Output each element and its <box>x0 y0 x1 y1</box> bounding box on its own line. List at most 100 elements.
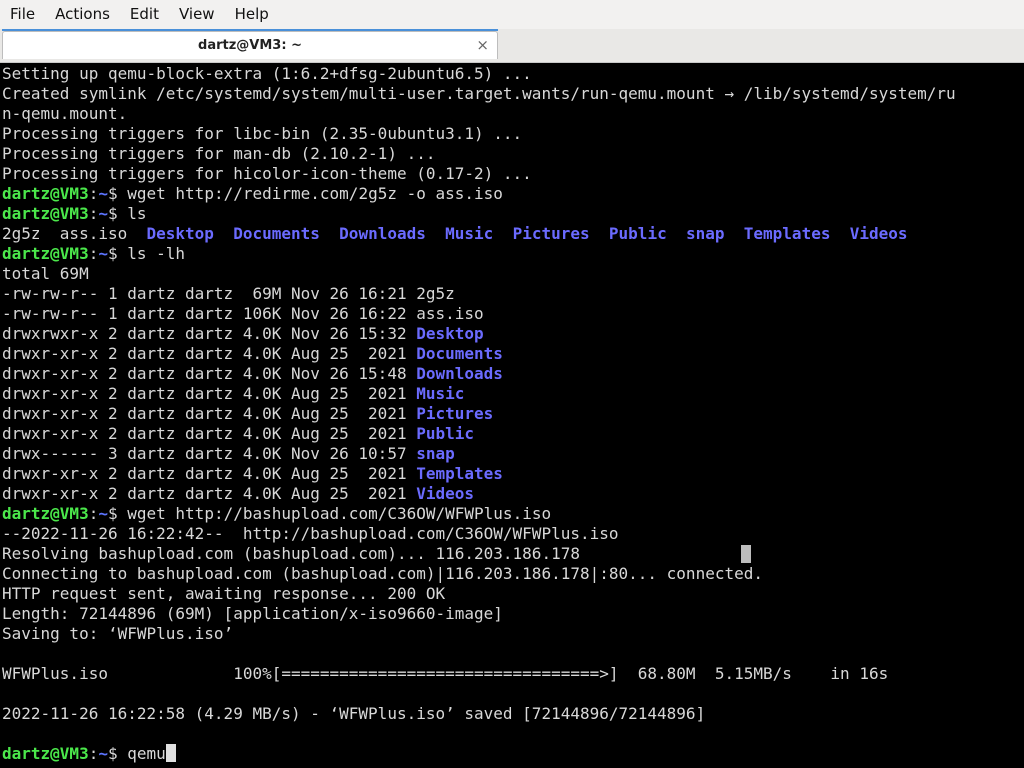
prompt-path: ~ <box>98 184 108 203</box>
directory-name: Downloads <box>416 364 503 383</box>
prompt-user: dartz@VM3 <box>2 244 89 263</box>
directory-name: Pictures <box>512 224 590 243</box>
directory-name: snap <box>416 444 455 463</box>
terminal-line: 2g5z ass.iso Desktop Documents Downloads… <box>2 224 994 244</box>
prompt-separator: : <box>88 204 99 223</box>
terminal-tab[interactable]: dartz@VM3: ~ × <box>2 31 498 59</box>
directory-name: Videos <box>849 224 908 243</box>
output-text: WFWPlus.iso 100%[=======================… <box>2 664 889 683</box>
directory-name: Music <box>445 224 494 243</box>
terminal-line: Processing triggers for hicolor-icon-the… <box>2 164 994 184</box>
terminal-lines: Setting up qemu-block-extra (1:6.2+dfsg-… <box>2 64 994 764</box>
directory-name: Documents <box>416 344 503 363</box>
output-text: Saving to: ‘WFWPlus.iso’ <box>2 624 234 643</box>
terminal-line: Length: 72144896 (69M) [application/x-is… <box>2 604 994 624</box>
terminal-line: -rw-rw-r-- 1 dartz dartz 106K Nov 26 16:… <box>2 304 994 324</box>
terminal-line: drwxr-xr-x 2 dartz dartz 4.0K Aug 25 202… <box>2 384 994 404</box>
text-cursor <box>165 744 176 762</box>
file-name: 2g5z <box>416 284 455 303</box>
terminal-line: Saving to: ‘WFWPlus.iso’ <box>2 624 994 644</box>
output-text: Setting up qemu-block-extra (1:6.2+dfsg-… <box>2 64 532 83</box>
prompt-path: ~ <box>98 204 108 223</box>
output-text: drwxr-xr-x 2 dartz dartz 4.0K Aug 25 202… <box>2 484 417 503</box>
terminal-line: total 69M <box>2 264 994 284</box>
menu-help[interactable]: Help <box>225 0 279 29</box>
tab-title: dartz@VM3: ~ <box>198 38 302 53</box>
terminal-line: Processing triggers for libc-bin (2.35-0… <box>2 124 994 144</box>
menu-file[interactable]: File <box>0 0 45 29</box>
output-text: Processing triggers for man-db (2.10.2-1… <box>2 144 436 163</box>
output-text: n-qemu.mount. <box>2 104 128 123</box>
file-name: ass.iso <box>416 304 484 323</box>
terminal-line: Created symlink /etc/systemd/system/mult… <box>2 84 994 104</box>
output-text: total 69M <box>2 264 89 283</box>
output-text: drwxr-xr-x 2 dartz dartz 4.0K Aug 25 202… <box>2 384 417 403</box>
output-text: Processing triggers for libc-bin (2.35-0… <box>2 124 523 143</box>
terminal-line: HTTP request sent, awaiting response... … <box>2 584 994 604</box>
output-text: drwxr-xr-x 2 dartz dartz 4.0K Nov 26 15:… <box>2 364 417 383</box>
output-text: Processing triggers for hicolor-icon-the… <box>2 164 532 183</box>
output-text: Length: 72144896 (69M) [application/x-is… <box>2 604 503 623</box>
terminal-line: WFWPlus.iso 100%[=======================… <box>2 664 994 684</box>
directory-name: Pictures <box>416 404 494 423</box>
output-text: 2022-11-26 16:22:58 (4.29 MB/s) - ‘WFWPl… <box>2 704 706 723</box>
terminal-line: drwxrwxr-x 2 dartz dartz 4.0K Nov 26 15:… <box>2 324 994 344</box>
command-text: ls <box>127 204 147 223</box>
terminal-line: drwxr-xr-x 2 dartz dartz 4.0K Aug 25 202… <box>2 484 994 504</box>
prompt-symbol: $ <box>107 244 128 263</box>
terminal-line: drwxr-xr-x 2 dartz dartz 4.0K Aug 25 202… <box>2 424 994 444</box>
directory-name: Music <box>416 384 465 403</box>
terminal-line: dartz@VM3:~$ ls <box>2 204 994 224</box>
command-text: wget http://bashupload.com/C36OW/WFWPlus… <box>127 504 552 523</box>
file-name: ass.iso <box>59 224 128 243</box>
terminal-line: 2022-11-26 16:22:58 (4.29 MB/s) - ‘WFWPl… <box>2 704 994 724</box>
output-text: drwx------ 3 dartz dartz 4.0K Nov 26 10:… <box>2 444 417 463</box>
prompt-separator: : <box>88 504 99 523</box>
command-text: ls -lh <box>127 244 186 263</box>
menu-actions[interactable]: Actions <box>45 0 120 29</box>
mouse-text-cursor <box>741 545 751 563</box>
close-icon[interactable]: × <box>476 36 489 54</box>
menu-view[interactable]: View <box>169 0 225 29</box>
terminal-line: drwxr-xr-x 2 dartz dartz 4.0K Aug 25 202… <box>2 404 994 424</box>
output-text: drwxr-xr-x 2 dartz dartz 4.0K Aug 25 202… <box>2 344 417 363</box>
prompt-user: dartz@VM3 <box>2 204 89 223</box>
terminal-line: Resolving bashupload.com (bashupload.com… <box>2 544 994 564</box>
directory-name: Templates <box>416 464 503 483</box>
prompt-separator: : <box>88 744 99 763</box>
terminal-scrollbar[interactable] <box>1016 63 1024 768</box>
prompt-separator: : <box>88 184 99 203</box>
prompt-path: ~ <box>98 244 108 263</box>
menu-edit[interactable]: Edit <box>120 0 169 29</box>
output-text: --2022-11-26 16:22:42-- http://bashuploa… <box>2 524 619 543</box>
terminal-line: dartz@VM3:~$ ls -lh <box>2 244 994 264</box>
terminal-line: drwxr-xr-x 2 dartz dartz 4.0K Nov 26 15:… <box>2 364 994 384</box>
prompt-path: ~ <box>98 744 108 763</box>
output-text: drwxr-xr-x 2 dartz dartz 4.0K Aug 25 202… <box>2 404 417 423</box>
file-name: 2g5z <box>2 224 41 243</box>
menu-bar: File Actions Edit View Help <box>0 0 1024 29</box>
directory-name: Public <box>416 424 475 443</box>
terminal-output[interactable]: Setting up qemu-block-extra (1:6.2+dfsg-… <box>0 63 1024 768</box>
prompt-user: dartz@VM3 <box>2 184 89 203</box>
prompt-separator: : <box>88 244 99 263</box>
command-text: qemu <box>127 744 166 763</box>
output-text: Resolving bashupload.com (bashupload.com… <box>2 544 580 563</box>
output-text: drwxr-xr-x 2 dartz dartz 4.0K Aug 25 202… <box>2 464 417 483</box>
terminal-line: drwxr-xr-x 2 dartz dartz 4.0K Aug 25 202… <box>2 464 994 484</box>
terminal-line: --2022-11-26 16:22:42-- http://bashuploa… <box>2 524 994 544</box>
terminal-line: Setting up qemu-block-extra (1:6.2+dfsg-… <box>2 64 994 84</box>
command-text: wget http://redirme.com/2g5z -o ass.iso <box>127 184 503 203</box>
tab-bar: dartz@VM3: ~ × <box>0 29 1024 63</box>
terminal-line: n-qemu.mount. <box>2 104 994 124</box>
directory-name: snap <box>685 224 725 243</box>
terminal-line: dartz@VM3:~$ qemu <box>2 744 994 764</box>
terminal-line: Processing triggers for man-db (2.10.2-1… <box>2 144 994 164</box>
output-text: drwxr-xr-x 2 dartz dartz 4.0K Aug 25 202… <box>2 424 417 443</box>
output-text: drwxrwxr-x 2 dartz dartz 4.0K Nov 26 15:… <box>2 324 417 343</box>
output-text: HTTP request sent, awaiting response... … <box>2 584 446 603</box>
terminal-line: dartz@VM3:~$ wget http://redirme.com/2g5… <box>2 184 994 204</box>
terminal-line: drwxr-xr-x 2 dartz dartz 4.0K Aug 25 202… <box>2 344 994 364</box>
